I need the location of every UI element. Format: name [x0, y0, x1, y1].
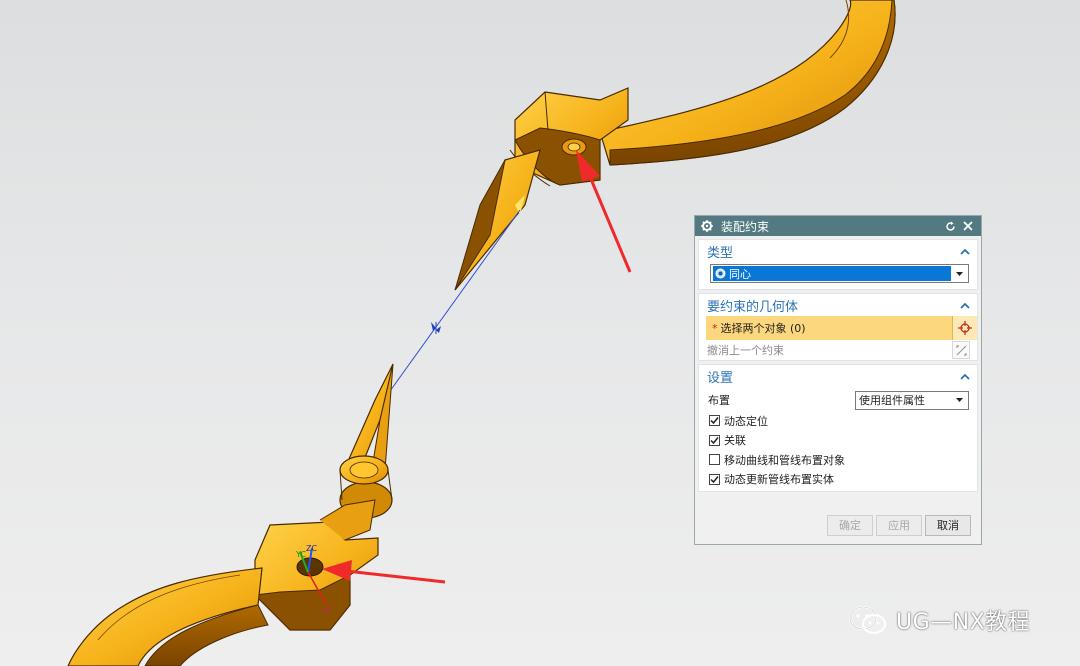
section-settings-header[interactable]: 设置: [699, 365, 977, 387]
watermark-text: UG—NX教程: [896, 610, 1031, 635]
section-type-header[interactable]: 类型: [699, 240, 977, 262]
checkbox[interactable]: [709, 434, 720, 446]
callout-arrow-upper: [576, 150, 632, 273]
option-label: 关联: [724, 434, 746, 448]
reset-icon[interactable]: [943, 219, 957, 233]
dialog-button-bar: 确定 应用 取消: [695, 506, 981, 544]
select-objects-label: 选择两个对象 (0): [720, 322, 806, 335]
lower-joint[interactable]: [253, 499, 379, 631]
dialog-title: 装配约束: [721, 219, 770, 234]
assembly-constraint-dialog[interactable]: 装配约束 类型 同心 要约束的几何体 * 选择两个对象 (0) 撤消上一个约束 …: [694, 215, 982, 545]
layout-row: 布置 使用组件属性: [699, 389, 977, 411]
option-label: 动态定位: [724, 414, 768, 428]
collapse-caret-icon[interactable]: [959, 245, 971, 257]
checkbox[interactable]: [709, 415, 720, 427]
axis-label-yc: YC: [295, 550, 306, 559]
cancel-button[interactable]: 取消: [925, 514, 971, 536]
gear-icon: [701, 220, 713, 232]
watermark: UG—NX教程: [848, 604, 1030, 636]
required-mark: *: [712, 321, 718, 335]
constraint-preview-line: [384, 209, 521, 399]
upper-blade[interactable]: [454, 149, 541, 291]
section-geometry-heading: 要约束的几何体: [707, 299, 799, 315]
option-label: 移动曲线和管线布置对象: [724, 453, 845, 467]
apply-button[interactable]: 应用: [876, 514, 922, 536]
undo-constraint-row[interactable]: 撤消上一个约束: [699, 340, 977, 360]
option-dynamic-positioning[interactable]: 动态定位: [699, 411, 977, 431]
layout-dropdown[interactable]: 使用组件属性: [855, 390, 969, 410]
concentric-icon: [715, 268, 726, 279]
section-geometry-header[interactable]: 要约束的几何体: [699, 294, 977, 316]
chevron-down-icon[interactable]: [951, 392, 968, 409]
lower-handle[interactable]: [67, 567, 269, 666]
checkbox[interactable]: [709, 454, 720, 466]
layout-label: 布置: [708, 394, 730, 407]
undo-constraint-label: 撤消上一个约束: [707, 344, 784, 357]
close-icon[interactable]: [961, 219, 975, 233]
section-type-heading: 类型: [707, 245, 734, 261]
axis-label-xc: XC: [322, 606, 333, 615]
undo-constraint-icon[interactable]: [952, 341, 970, 359]
option-associative[interactable]: 关联: [699, 431, 977, 451]
collapse-caret-icon[interactable]: [959, 299, 971, 311]
layout-value: 使用组件属性: [859, 394, 925, 407]
checkbox[interactable]: [709, 473, 720, 485]
option-move-curves-routing[interactable]: 移动曲线和管线布置对象: [699, 450, 977, 470]
section-type: 类型 同心: [698, 239, 978, 290]
upper-handle[interactable]: [599, 0, 896, 166]
wechat-icon: [848, 605, 888, 635]
chevron-down-icon[interactable]: [951, 265, 968, 282]
option-label: 动态更新管线布置实体: [724, 473, 834, 487]
section-geometry: 要约束的几何体 * 选择两个对象 (0) 撤消上一个约束: [698, 293, 978, 361]
section-settings: 设置 布置 使用组件属性 动态定位 关联 移动曲线和管线布置对象 动态更新管线布…: [698, 364, 978, 492]
option-dynamic-update-routing[interactable]: 动态更新管线布置实体: [699, 470, 977, 490]
collapse-caret-icon[interactable]: [959, 370, 971, 382]
axis-label-zc: ZC: [306, 544, 317, 553]
dialog-titlebar[interactable]: 装配约束: [695, 216, 981, 236]
constraint-type-selected: 同心: [713, 266, 951, 281]
constraint-type-dropdown[interactable]: 同心: [710, 264, 969, 283]
constraint-type-value: 同心: [729, 267, 751, 281]
select-objects-row[interactable]: * 选择两个对象 (0): [706, 316, 977, 340]
section-settings-heading: 设置: [707, 370, 734, 386]
crosshair-icon[interactable]: [952, 316, 977, 340]
ok-button[interactable]: 确定: [827, 514, 873, 536]
